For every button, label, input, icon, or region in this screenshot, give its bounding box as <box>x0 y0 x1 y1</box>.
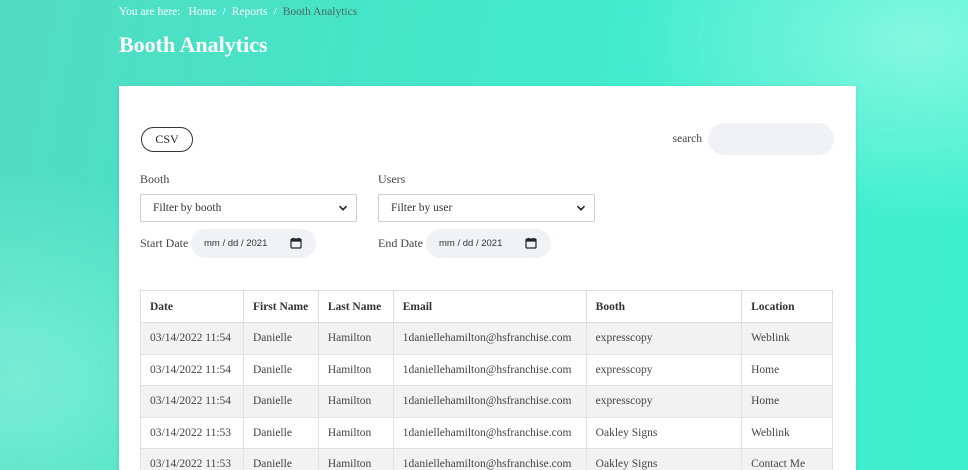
cell-first-name: Danielle <box>242 416 319 449</box>
cell-first-name: Danielle <box>242 385 319 418</box>
breadcrumb-lead: You are here: <box>119 6 181 18</box>
cell-last-name: Hamilton <box>317 416 394 449</box>
cell-booth: expresscopy <box>585 353 743 386</box>
cell-location: Weblink <box>741 322 833 355</box>
end-date-input[interactable]: mm / dd / 2021 <box>426 229 551 258</box>
table-row: 03/14/2022 11:54 Danielle Hamilton 1dani… <box>140 322 833 355</box>
booth-label: Booth <box>140 172 170 186</box>
cell-last-name: Hamilton <box>317 353 394 386</box>
column-header-last-name[interactable]: Last Name <box>317 290 394 323</box>
booth-select-value: Filter by booth <box>153 202 222 214</box>
cell-booth: expresscopy <box>585 322 743 355</box>
breadcrumb: You are here: Home / Reports / Booth Ana… <box>119 6 357 18</box>
search-label: search <box>672 133 702 145</box>
cell-email: 1daniellehamilton@hsfranchise.com <box>392 416 587 449</box>
search-area: search <box>673 123 834 155</box>
start-date-label: Start Date <box>140 236 189 250</box>
cell-location: Weblink <box>741 416 833 449</box>
analytics-card: CSV search Booth Filter by booth Users F… <box>119 86 856 470</box>
cell-last-name: Hamilton <box>317 322 394 355</box>
cell-date: 03/14/2022 11:54 <box>140 322 244 355</box>
cell-date: 03/14/2022 11:53 <box>140 416 244 449</box>
breadcrumb-reports-link[interactable]: Reports <box>232 6 268 18</box>
cell-first-name: Danielle <box>242 448 319 470</box>
chevron-down-icon <box>576 205 586 211</box>
column-header-date[interactable]: Date <box>140 290 244 323</box>
breadcrumb-separator: / <box>273 6 277 18</box>
users-select-value: Filter by user <box>391 202 453 214</box>
column-header-booth[interactable]: Booth <box>585 290 743 323</box>
end-date-value: mm / dd / 2021 <box>439 238 503 249</box>
cell-last-name: Hamilton <box>317 448 394 470</box>
start-date-value: mm / dd / 2021 <box>204 238 268 249</box>
users-label: Users <box>378 172 406 186</box>
chevron-down-icon <box>338 205 348 211</box>
cell-first-name: Danielle <box>242 322 319 355</box>
end-date-label: End Date <box>378 236 423 250</box>
column-header-location[interactable]: Location <box>741 290 833 323</box>
breadcrumb-separator: / <box>222 6 226 18</box>
column-header-email[interactable]: Email <box>392 290 587 323</box>
cell-email: 1daniellehamilton@hsfranchise.com <box>392 353 587 386</box>
calendar-icon[interactable] <box>525 237 537 249</box>
breadcrumb-current: Booth Analytics <box>282 6 358 18</box>
csv-export-button[interactable]: CSV <box>141 127 193 152</box>
analytics-table: Date First Name Last Name Email Booth Lo… <box>140 290 833 470</box>
cell-date: 03/14/2022 11:53 <box>140 448 244 470</box>
cell-location: Home <box>741 353 833 386</box>
table-row: 03/14/2022 11:53 Danielle Hamilton 1dani… <box>140 416 833 449</box>
cell-booth: expresscopy <box>585 385 743 418</box>
cell-last-name: Hamilton <box>317 385 394 418</box>
cell-first-name: Danielle <box>242 353 319 386</box>
cell-location: Contact Me <box>741 448 833 470</box>
cell-date: 03/14/2022 11:54 <box>140 385 244 418</box>
column-header-first-name[interactable]: First Name <box>242 290 319 323</box>
cell-date: 03/14/2022 11:54 <box>140 353 244 386</box>
users-select[interactable]: Filter by user <box>378 194 595 222</box>
calendar-icon[interactable] <box>290 237 302 249</box>
breadcrumb-home-link[interactable]: Home <box>188 6 216 18</box>
cell-email: 1daniellehamilton@hsfranchise.com <box>392 448 587 470</box>
table-row: 03/14/2022 11:54 Danielle Hamilton 1dani… <box>140 385 833 418</box>
page-title: Booth Analytics <box>119 32 268 57</box>
table-row: 03/14/2022 11:53 Danielle Hamilton 1dani… <box>140 448 833 470</box>
cell-location: Home <box>741 385 833 418</box>
search-input[interactable] <box>708 123 834 155</box>
table-header-row: Date First Name Last Name Email Booth Lo… <box>140 290 833 323</box>
cell-booth: Oakley Signs <box>585 416 743 449</box>
booth-select[interactable]: Filter by booth <box>140 194 357 222</box>
start-date-input[interactable]: mm / dd / 2021 <box>191 229 316 258</box>
cell-email: 1daniellehamilton@hsfranchise.com <box>392 385 587 418</box>
cell-email: 1daniellehamilton@hsfranchise.com <box>392 322 587 355</box>
table-row: 03/14/2022 11:54 Danielle Hamilton 1dani… <box>140 353 833 386</box>
cell-booth: Oakley Signs <box>585 448 743 470</box>
